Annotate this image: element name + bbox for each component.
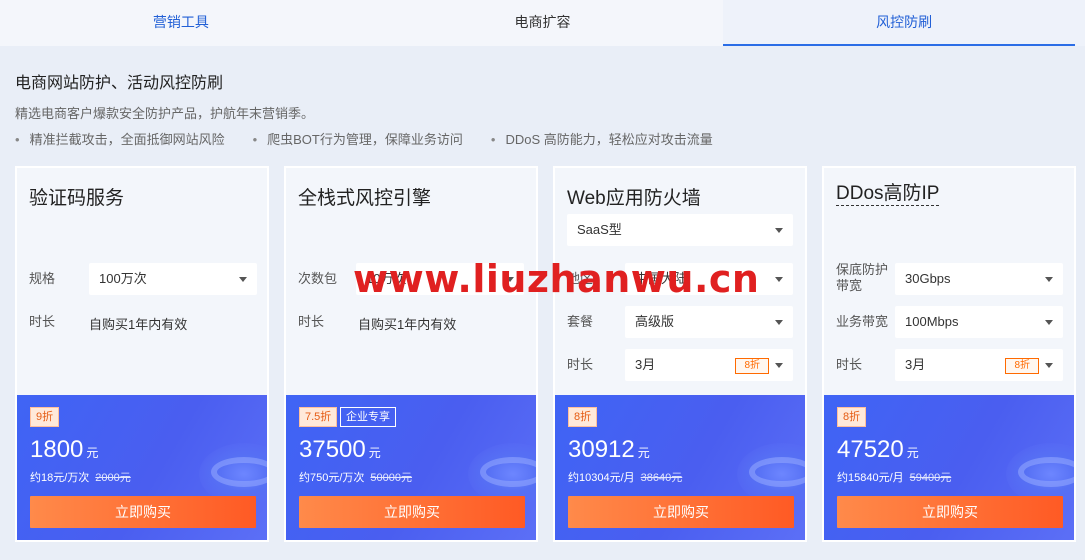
card-title[interactable]: DDos高防IP (836, 183, 940, 206)
guaranteed-bandwidth-value: 30Gbps (905, 271, 951, 286)
feature-bullet: DDoS 高防能力，轻松应对攻击流量 (491, 129, 712, 148)
price-panel: 7.5折 企业专享 37500 元 约750元/万次 50000元 立即购买 (286, 395, 536, 540)
buy-now-button[interactable]: 立即购买 (30, 496, 256, 528)
chevron-down-icon (775, 363, 783, 368)
price-unit: 元 (368, 446, 381, 460)
original-price: 38640元 (640, 472, 683, 484)
tab-risk-control[interactable]: 风控防刷 (723, 0, 1085, 46)
tab-marketing-tools[interactable]: 营销工具 (0, 0, 362, 46)
product-card-risk-engine: 全栈式风控引擎 次数包 10万次 时长 自购买1年内有效 7.5折 企业专享 3… (284, 166, 538, 542)
card-title: 验证码服务 (29, 188, 125, 209)
unit-price: 约15840元/月 59400元 (837, 469, 951, 485)
business-bandwidth-select[interactable]: 100Mbps (895, 306, 1063, 338)
business-bandwidth-label: 业务带宽 (836, 314, 889, 329)
price-unit: 元 (906, 446, 919, 460)
discount-badge: 7.5折 (299, 407, 338, 427)
price-value: 47520 (837, 436, 904, 463)
duration-discount-tag: 8折 (735, 358, 769, 374)
business-bandwidth-value: 100Mbps (905, 314, 959, 329)
chevron-down-icon (1045, 277, 1053, 282)
duration-select[interactable]: 3月 8折 (895, 349, 1063, 381)
tab-ecommerce-scaling[interactable]: 电商扩容 (362, 0, 724, 46)
spec-label: 规格 (29, 271, 56, 286)
discount-badge: 8折 (837, 407, 867, 427)
spec-select-value: 100万次 (99, 271, 147, 286)
buy-now-button[interactable]: 立即购买 (568, 496, 794, 528)
price-value: 37500 (299, 436, 366, 463)
price-unit: 元 (86, 446, 99, 460)
guaranteed-bandwidth-label: 保底防护带宽 (836, 262, 889, 293)
watermark-text: www.liuzhanwu.cn (353, 257, 760, 301)
chevron-down-icon (775, 320, 783, 325)
duration-label: 时长 (836, 357, 863, 372)
price-unit: 元 (637, 446, 650, 460)
enterprise-badge: 企业专享 (340, 407, 396, 427)
price-value: 30912 (568, 436, 635, 463)
price-panel: 8折 47520 元 约15840元/月 59400元 立即购买 (824, 395, 1074, 540)
price: 37500 元 (299, 436, 381, 464)
original-price: 59400元 (909, 472, 952, 484)
duration-label: 时长 (567, 357, 594, 372)
unit-price-value: 约10304元/月 (568, 472, 635, 484)
duration-label: 时长 (29, 314, 56, 329)
unit-price: 约18元/万次 2000元 (30, 469, 131, 485)
duration-select-value: 3月 (635, 357, 656, 372)
plan-select[interactable]: 高级版 (625, 306, 793, 338)
unit-price: 约10304元/月 38640元 (568, 469, 682, 485)
product-card-ddos-ip: DDos高防IP 保底防护带宽 30Gbps 业务带宽 100Mbps 时长 3… (822, 166, 1076, 542)
price: 47520 元 (837, 436, 919, 464)
product-card-captcha: 验证码服务 规格 100万次 时长 自购买1年内有效 9折 1800 元 约18元… (15, 166, 269, 542)
guaranteed-bandwidth-select[interactable]: 30Gbps (895, 263, 1063, 295)
chevron-down-icon (775, 277, 783, 282)
section-heading: 电商网站防护、活动风控防刷 (15, 75, 224, 92)
feature-bullets: 精准拦截攻击，全面抵御网站风险 爬虫BOT行为管理，保障业务访问 DDoS 高防… (15, 129, 741, 148)
chevron-down-icon (1045, 320, 1053, 325)
unit-price-value: 约15840元/月 (837, 472, 904, 484)
quota-label: 次数包 (298, 271, 338, 286)
original-price: 2000元 (95, 472, 131, 484)
chevron-down-icon (775, 228, 783, 233)
price-panel: 9折 1800 元 约18元/万次 2000元 立即购买 (17, 395, 267, 540)
price-value: 1800 (30, 436, 84, 463)
unit-price: 约750元/万次 50000元 (299, 469, 412, 485)
plan-select-value: 高级版 (635, 314, 675, 329)
price: 1800 元 (30, 436, 98, 464)
section-description: 精选电商客户爆款安全防护产品，护航年末营销季。 (15, 106, 315, 121)
price-panel: 8折 30912 元 约10304元/月 38640元 立即购买 (555, 395, 805, 540)
chevron-down-icon (239, 277, 247, 282)
feature-bullet: 精准拦截攻击，全面抵御网站风险 (15, 129, 225, 148)
duration-label: 时长 (298, 314, 325, 329)
duration-select-value: 3月 (905, 357, 926, 372)
type-select[interactable]: SaaS型 (567, 214, 793, 246)
plan-label: 套餐 (567, 314, 594, 329)
buy-now-button[interactable]: 立即购买 (299, 496, 525, 528)
card-title: Web应用防火墙 (567, 188, 701, 209)
tab-bar: 营销工具 电商扩容 风控防刷 (0, 0, 1085, 46)
original-price: 50000元 (370, 472, 413, 484)
type-select-value: SaaS型 (577, 222, 622, 237)
price: 30912 元 (568, 436, 650, 464)
duration-value: 自购买1年内有效 (89, 317, 188, 332)
duration-value: 自购买1年内有效 (358, 317, 457, 332)
spec-select[interactable]: 100万次 (89, 263, 257, 295)
buy-now-button[interactable]: 立即购买 (837, 496, 1063, 528)
duration-select[interactable]: 3月 8折 (625, 349, 793, 381)
discount-badge: 9折 (30, 407, 60, 427)
chevron-down-icon (1045, 363, 1053, 368)
card-title: 全栈式风控引擎 (298, 188, 432, 209)
discount-badge: 8折 (568, 407, 598, 427)
duration-discount-tag: 8折 (1005, 358, 1039, 374)
unit-price-value: 约750元/万次 (299, 472, 365, 484)
unit-price-value: 约18元/万次 (30, 472, 90, 484)
product-card-waf: Web应用防火墙 SaaS型 地区 中国大陆 套餐 高级版 时长 3月 8折 8… (553, 166, 807, 542)
feature-bullet: 爬虫BOT行为管理，保障业务访问 (253, 129, 463, 148)
